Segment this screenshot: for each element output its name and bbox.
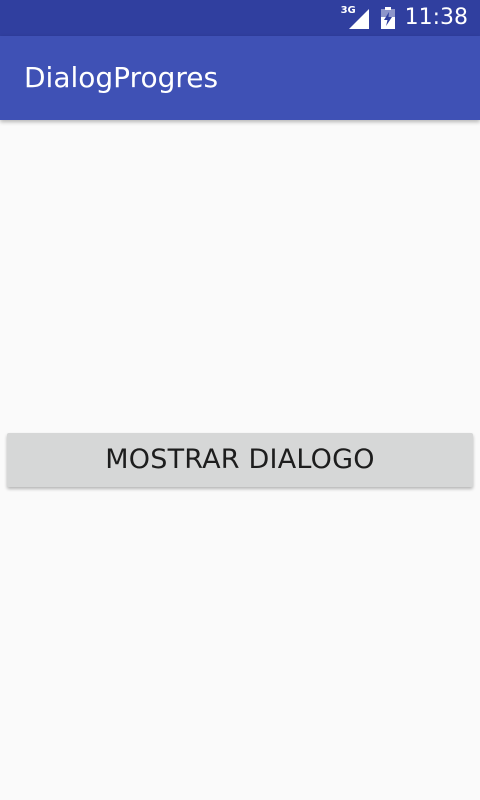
app-title: DialogProgres: [24, 61, 219, 94]
status-bar: 3G 11:38: [0, 0, 480, 36]
network-indicator: 3G: [341, 6, 369, 29]
status-clock: 11:38: [404, 5, 468, 30]
battery-charging-icon: [380, 7, 395, 29]
status-icons: 3G 11:38: [341, 0, 468, 36]
app-bar: DialogProgres: [0, 36, 480, 120]
cell-signal-icon: [348, 9, 369, 29]
show-dialog-button[interactable]: MOSTRAR DIALOGO: [7, 433, 473, 487]
